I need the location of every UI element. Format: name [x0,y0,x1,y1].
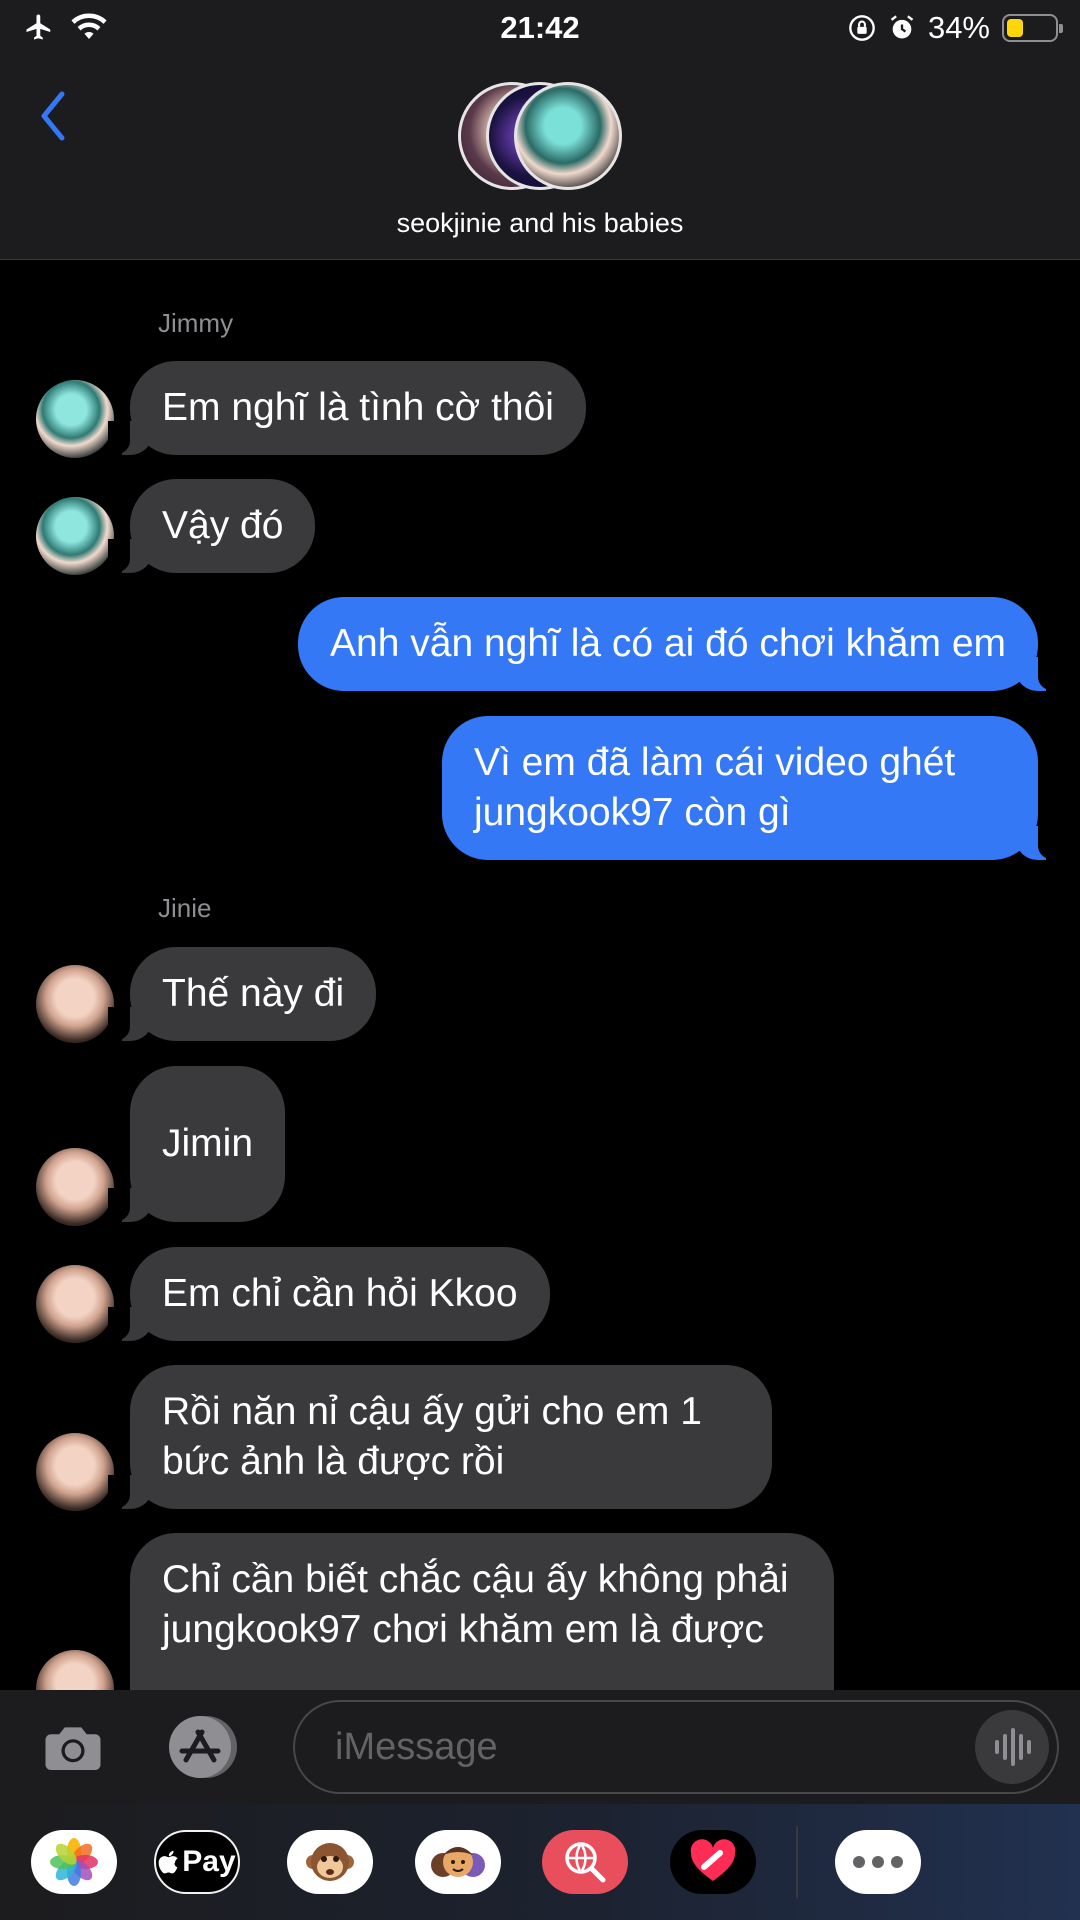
battery-fill [1007,19,1023,37]
orientation-lock-icon [849,15,875,41]
alarm-icon [890,15,914,39]
waveform-icon [995,1728,1031,1766]
status-right: 34% [848,10,1063,46]
message-bubble[interactable]: Em nghĩ là tình cờ thôi [108,361,586,455]
apple-pay-label: Pay [182,1845,236,1878]
apple-pay-button[interactable]: Pay [154,1830,240,1894]
drawer-divider [796,1826,798,1898]
avatar[interactable] [36,1265,114,1343]
message-input[interactable] [335,1722,935,1772]
avatar[interactable] [36,965,114,1043]
avatar[interactable] [36,497,114,575]
apple-logo-icon [158,1850,178,1874]
animoji-button[interactable] [287,1830,373,1894]
photos-icon [50,1838,98,1886]
sender-label: Jimmy [158,308,234,338]
group-name[interactable]: seokjinie and his babies [0,208,1080,239]
status-bar: 21:42 34% [0,0,1080,56]
group-avatars[interactable] [458,82,623,194]
message-bubble-outgoing[interactable]: Vì em đã làm cái video ghét jungkook97 c… [442,716,1060,860]
avatar[interactable] [36,1433,114,1511]
ellipsis-icon [853,1856,903,1868]
digital-touch-button[interactable] [670,1830,756,1894]
audio-message-button[interactable] [975,1710,1049,1784]
battery-icon [1002,14,1063,42]
memoji-stickers-button[interactable] [415,1830,501,1894]
back-chevron-icon[interactable] [28,86,78,146]
globe-search-icon [565,1842,606,1883]
group-avatar-3 [514,82,622,190]
message-bubble[interactable]: Jimin [107,1066,286,1222]
photos-app-button[interactable] [31,1830,117,1894]
app-store-icon[interactable] [164,1714,248,1780]
web-image-search-button[interactable] [542,1830,628,1894]
message-input-wrapper[interactable] [293,1700,1059,1794]
message-bubble[interactable]: Rồi năn nỉ cậu ấy gửi cho em 1 bức ảnh l… [108,1365,772,1509]
memoji-icon [431,1847,485,1877]
heart-touch-icon [690,1839,736,1881]
input-bar [0,1690,1080,1804]
message-bubble-outgoing[interactable]: Anh vẫn nghĩ là có ai đó chơi khăm em [298,597,1060,691]
message-bubble[interactable]: Vậy đó [107,479,316,573]
monkey-icon [306,1843,354,1881]
app-drawer: Pay [0,1804,1080,1920]
camera-icon[interactable] [40,1715,106,1781]
more-apps-button[interactable] [835,1830,921,1894]
battery-percent: 34% [927,10,990,45]
message-bubble[interactable]: Thế này đi [107,947,377,1041]
avatar[interactable] [36,1148,114,1226]
conversation-header: seokjinie and his babies [0,56,1080,260]
sender-label: Jinie [158,893,212,923]
avatar[interactable] [36,380,114,458]
message-bubble[interactable]: Em chỉ cần hỏi Kkoo [108,1247,550,1341]
